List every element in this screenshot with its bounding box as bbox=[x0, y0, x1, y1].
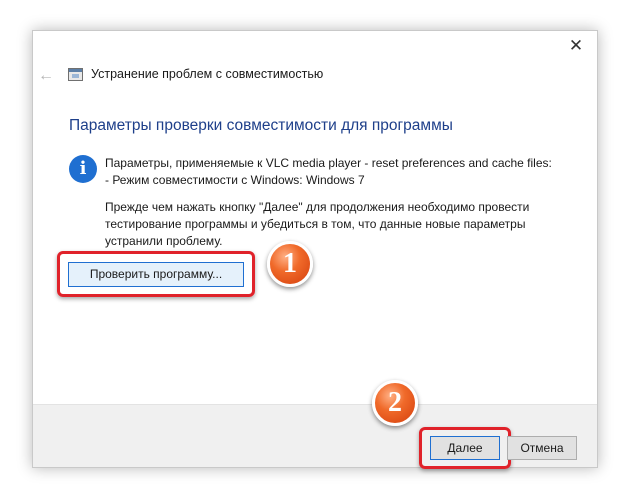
close-icon[interactable]: ✕ bbox=[565, 36, 587, 56]
page-heading: Параметры проверки совместимости для про… bbox=[69, 117, 453, 134]
step-1-badge: 1 bbox=[267, 241, 313, 287]
test-program-button[interactable]: Проверить программу... bbox=[68, 262, 244, 287]
applied-settings-line: Параметры, применяемые к VLC media playe… bbox=[105, 156, 552, 170]
info-icon: i bbox=[69, 155, 97, 183]
step-2-badge: 2 bbox=[372, 380, 418, 426]
next-button[interactable]: Далее bbox=[430, 436, 500, 460]
instruction-line: Прежде чем нажать кнопку "Далее" для про… bbox=[105, 200, 530, 214]
compatibility-dialog: ✕ ← Устранение проблем с совместимостью … bbox=[32, 30, 598, 469]
compatibility-troubleshooter-icon bbox=[68, 68, 83, 81]
instruction-line: устранили проблему. bbox=[105, 234, 223, 248]
instruction-line: тестирование программы и убедиться в том… bbox=[105, 217, 526, 231]
back-arrow-icon[interactable]: ← bbox=[37, 67, 55, 85]
applied-settings-line: - Режим совместимости с Windows: Windows… bbox=[105, 173, 365, 187]
applied-settings-text: Параметры, применяемые к VLC media playe… bbox=[105, 155, 552, 189]
window-title: Устранение проблем с совместимостью bbox=[91, 67, 324, 81]
cancel-button[interactable]: Отмена bbox=[507, 436, 577, 460]
instruction-text: Прежде чем нажать кнопку "Далее" для про… bbox=[105, 199, 529, 250]
